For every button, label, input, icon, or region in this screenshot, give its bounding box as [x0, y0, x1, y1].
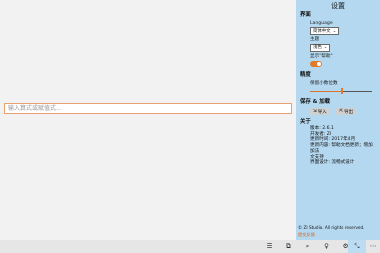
export-button[interactable]: ⇱ 导出: [336, 108, 356, 116]
resize-icon: ⤡: [354, 242, 360, 251]
about-line: 界面设计: 流畅式设计: [310, 160, 355, 166]
help-label: 显示"帮助": [310, 54, 333, 60]
list-button[interactable]: ☰: [260, 240, 279, 253]
feedback-link[interactable]: 提交反馈: [298, 232, 315, 237]
toggle-knob: [317, 61, 321, 66]
decimals-label: 保留小数位数: [310, 80, 338, 86]
language-label: Language: [310, 20, 333, 26]
hint-button[interactable]: ♀: [317, 240, 336, 253]
search-icon: ⌕: [305, 242, 310, 251]
settings-title: 设置: [331, 2, 345, 10]
lightbulb-icon: ♀: [324, 242, 329, 251]
search-button[interactable]: ⌕: [298, 240, 317, 253]
copy-button[interactable]: ⧉: [279, 240, 298, 253]
theme-dropdown[interactable]: 浅色 ⌄: [310, 44, 331, 53]
chevron-down-icon: ⌄: [332, 28, 337, 34]
resize-button[interactable]: ⤡: [348, 240, 366, 253]
help-toggle[interactable]: [310, 60, 322, 67]
language-dropdown[interactable]: 简体中文 ⌄: [310, 27, 340, 36]
slider-fill: [310, 90, 343, 92]
import-icon: ⇲: [313, 109, 317, 115]
expression-input[interactable]: [4, 103, 292, 114]
export-label: 导出: [344, 109, 353, 115]
import-button[interactable]: ⇲ 导入: [310, 108, 330, 116]
precision-heading: 精度: [300, 71, 311, 78]
more-button[interactable]: ⋯: [366, 240, 380, 253]
more-icon: ⋯: [369, 242, 377, 251]
copy-icon: ⧉: [286, 242, 291, 251]
settings-panel: 设置 界面 Language 简体中文 ⌄ 主题 浅色 ⌄ 显示"帮助" 精度 …: [296, 0, 380, 240]
import-label: 导入: [317, 109, 327, 115]
copyright-text: © ZI Studio. All rights reserved.: [298, 225, 365, 230]
chevron-down-icon: ⌄: [323, 45, 328, 51]
export-icon: ⇱: [339, 109, 344, 115]
slider-thumb[interactable]: [341, 88, 344, 95]
theme-label: 主题: [310, 37, 320, 43]
about-heading: 关于: [300, 119, 311, 126]
list-icon: ☰: [266, 242, 273, 251]
theme-value: 浅色: [313, 45, 322, 51]
language-value: 简体中文: [313, 28, 331, 34]
interface-heading: 界面: [300, 12, 311, 18]
save-load-heading: 保存 & 加载: [300, 99, 331, 106]
about-line: 更新内容: 帮助文档更新；增加加法: [310, 143, 373, 154]
bottom-command-bar: ☰ ⧉ ⌕ ♀ ⚙ ⤡ ⋯: [0, 240, 380, 253]
precision-slider[interactable]: [310, 88, 372, 95]
calculator-main-area: [0, 0, 296, 240]
